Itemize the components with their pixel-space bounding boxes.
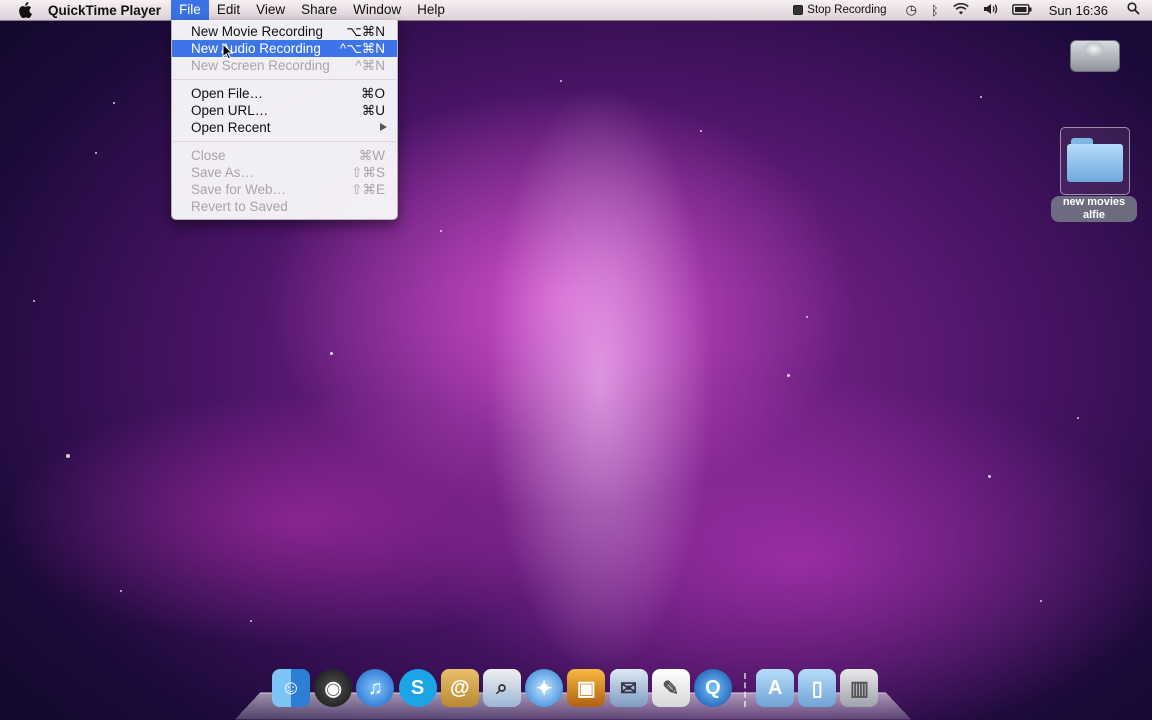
menu-item-label: New Screen Recording xyxy=(191,58,330,73)
battery-icon[interactable] xyxy=(1011,3,1032,18)
menu-item-save-as[interactable]: Save As… ⇧⌘S xyxy=(172,164,397,181)
menu-item-revert-to-saved[interactable]: Revert to Saved xyxy=(172,198,397,215)
menu-item-open-url[interactable]: Open URL… ⌘U xyxy=(172,102,397,119)
time-machine-icon[interactable]: ◷ xyxy=(906,2,917,18)
file-menu-dropdown: New Movie Recording ⌥⌘N New Audio Record… xyxy=(171,20,398,220)
menu-item-label: New Audio Recording xyxy=(191,41,321,56)
dock-separator xyxy=(744,673,748,707)
menu-item-label: Save As… xyxy=(191,165,255,180)
menu-share[interactable]: Share xyxy=(293,0,345,20)
skype-icon[interactable]: S xyxy=(398,669,437,707)
menu-item-label: Revert to Saved xyxy=(191,199,288,214)
menu-item-label: Open URL… xyxy=(191,103,269,118)
dashboard-icon[interactable]: ◉ xyxy=(314,669,353,707)
menu-item-shortcut: ⇧⌘S xyxy=(351,165,385,180)
menu-item-open-file[interactable]: Open File… ⌘O xyxy=(172,85,397,102)
menu-item-new-movie-recording[interactable]: New Movie Recording ⌥⌘N xyxy=(172,23,397,40)
menu-window[interactable]: Window xyxy=(345,0,409,20)
menu-item-save-for-web[interactable]: Save for Web… ⇧⌘E xyxy=(172,181,397,198)
status-area: Stop Recording ◷ ᛒ Sun 16:36 xyxy=(793,0,1152,20)
menu-item-shortcut: ^⌥⌘N xyxy=(339,41,385,56)
itunes-icon[interactable]: ♫ xyxy=(356,669,395,707)
menu-separator xyxy=(173,79,396,80)
menu-item-label: Close xyxy=(191,148,226,163)
apple-menu-icon[interactable] xyxy=(14,0,36,20)
mouse-cursor-icon xyxy=(222,43,233,60)
menu-item-label: Open Recent xyxy=(191,120,271,135)
trash-icon[interactable]: ▥ xyxy=(840,669,879,707)
applications-folder-icon[interactable]: A xyxy=(756,669,795,707)
safari-icon[interactable]: ✦ xyxy=(525,669,564,707)
bluetooth-icon[interactable]: ᛒ xyxy=(931,3,939,18)
menu-item-shortcut: ^⌘N xyxy=(355,58,385,73)
stop-recording-button[interactable]: Stop Recording xyxy=(793,4,887,16)
menu-item-label: Open File… xyxy=(191,86,264,101)
submenu-arrow-icon xyxy=(380,123,387,131)
hard-drive-icon[interactable] xyxy=(1068,28,1120,80)
quicktime-icon[interactable]: Q xyxy=(693,669,732,707)
menu-item-shortcut: ⌘W xyxy=(358,148,385,163)
menu-item-close[interactable]: Close ⌘W xyxy=(172,147,397,164)
menu-item-label: Save for Web… xyxy=(191,182,287,197)
menu-item-shortcut: ⇧⌘E xyxy=(351,182,385,197)
menu-help[interactable]: Help xyxy=(409,0,453,20)
menu-item-new-audio-recording[interactable]: New Audio Recording ^⌥⌘N xyxy=(172,40,397,57)
documents-folder-icon[interactable]: ▯ xyxy=(798,669,837,707)
menu-file[interactable]: File xyxy=(171,0,209,20)
menu-item-shortcut: ⌘U xyxy=(361,103,385,118)
menu-item-shortcut: ⌘O xyxy=(360,86,385,101)
finder-icon[interactable]: ☺ xyxy=(272,669,310,707)
menu-view[interactable]: View xyxy=(248,0,293,20)
folder-icon xyxy=(1067,138,1123,182)
address-book-icon[interactable]: @ xyxy=(440,669,479,707)
spotlight-icon[interactable] xyxy=(1127,2,1140,18)
menu-clock[interactable]: Sun 16:36 xyxy=(1049,3,1108,18)
menu-item-label: New Movie Recording xyxy=(191,24,324,39)
menu-separator xyxy=(173,141,396,142)
menu-item-open-recent[interactable]: Open Recent xyxy=(172,119,397,136)
folder-label[interactable]: new movies alfie xyxy=(1051,196,1137,222)
volume-icon[interactable] xyxy=(983,3,998,18)
textedit-icon[interactable]: ✎ xyxy=(651,669,690,707)
stop-recording-icon xyxy=(793,5,804,15)
wifi-icon[interactable] xyxy=(952,2,969,18)
mail-icon[interactable]: ✉ xyxy=(609,669,648,707)
preview-icon[interactable]: ⌕ xyxy=(482,669,521,707)
folder-label-text: new movies alfie xyxy=(1051,196,1137,222)
desktop-folder[interactable] xyxy=(1060,127,1130,195)
dock: ☺ ◉ ♫ S @ ⌕ ✦ ▣ ✉ ✎ Q A ▯ ▥ xyxy=(272,667,883,707)
menu-edit[interactable]: Edit xyxy=(209,0,248,20)
menu-item-shortcut: ⌥⌘N xyxy=(346,24,385,39)
menu-item-new-screen-recording[interactable]: New Screen Recording ^⌘N xyxy=(172,57,397,74)
iphoto-icon[interactable]: ▣ xyxy=(567,669,606,707)
stop-recording-label: Stop Recording xyxy=(807,4,887,16)
menu-bar: QuickTime Player File Edit View Share Wi… xyxy=(0,0,1152,21)
app-menu[interactable]: QuickTime Player xyxy=(48,3,161,18)
